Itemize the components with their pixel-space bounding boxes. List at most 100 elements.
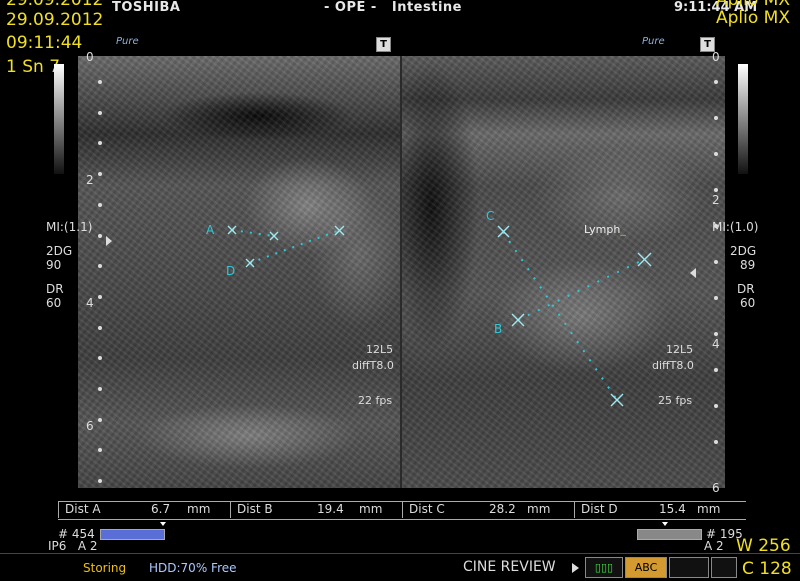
dr-value-right: 60 [740, 296, 756, 310]
depth-dot [714, 368, 718, 372]
measurement-label: Dist C [409, 502, 445, 516]
exam-date: 29.09.2012 [6, 10, 104, 30]
measurement-unit: mm [359, 502, 383, 516]
depth-dot [98, 294, 102, 299]
depth-dot [98, 417, 102, 422]
depth-right-2: 2 [712, 193, 720, 207]
filter-left: diffT8.0 [352, 359, 394, 372]
filter-right: diffT8.0 [652, 359, 694, 372]
marker-c-label: C [486, 209, 495, 223]
abc-button[interactable]: ABC [625, 557, 667, 578]
depth-dot [714, 440, 718, 444]
focus-marker-left[interactable] [106, 236, 112, 246]
measurement-value: 19.4 [317, 502, 344, 516]
depth-dot [714, 332, 718, 336]
ultrasound-image-right[interactable] [401, 56, 725, 488]
fps-left: 22 fps [358, 394, 393, 407]
panel-separator [400, 56, 402, 488]
device-model: Aplio MX [716, 8, 790, 28]
grayscale-bar-left [54, 64, 64, 174]
cine-review-label: CINE REVIEW [463, 559, 556, 575]
measurement-unit: mm [697, 502, 721, 516]
depth-left-4: 4 [86, 296, 94, 310]
caliper-d-start [245, 258, 255, 268]
mode-right: 2DG [730, 244, 757, 258]
exam-time: 09:11:44 [6, 33, 83, 53]
caliper-a-start [227, 225, 237, 235]
caliper-c-end [610, 393, 624, 407]
caliper-c-start [497, 225, 510, 238]
calipers-right [497, 225, 652, 407]
depth-dot [714, 296, 718, 300]
measurement-c: Dist C 28.2 mm [402, 502, 575, 518]
scan-label: 1 Sn 7 [6, 57, 61, 77]
brand-label: TOSHIBA [112, 0, 181, 15]
depth-dot [98, 202, 102, 207]
dr-value-left: 60 [46, 296, 62, 310]
depth-dot [98, 80, 102, 84]
depth-right-0: 0 [712, 50, 720, 64]
dr-label-right: DR [737, 282, 755, 296]
status-divider [0, 553, 800, 554]
measurement-label: Dist D [581, 502, 618, 516]
lymph-label: Lymph_ [584, 223, 626, 236]
measurement-label: Dist B [237, 502, 273, 516]
depth-right-6: 6 [712, 481, 720, 495]
hdd-status: HDD:70% Free [149, 561, 237, 575]
storing-status: Storing [83, 561, 127, 575]
cine-marker-left [160, 522, 166, 526]
depth-dot [714, 260, 718, 264]
depth-dot [714, 188, 718, 192]
measurement-unit: mm [527, 502, 551, 516]
depth-right-4: 4 [712, 337, 720, 351]
gain-right: 89 [740, 258, 756, 272]
depth-dot [98, 110, 102, 115]
depth-dot [714, 152, 718, 156]
blank-button-1[interactable] [669, 557, 709, 578]
t-badge-left[interactable]: T [376, 37, 391, 52]
cine-bar-right[interactable] [637, 529, 702, 540]
ultrasound-image-left[interactable] [78, 56, 401, 488]
measurement-a: Dist A 6.7 mm [58, 502, 231, 518]
center-value: C 128 [742, 559, 792, 579]
depth-dot [98, 325, 102, 330]
play-icon[interactable] [572, 563, 579, 573]
caliper-d-end [334, 225, 345, 236]
focus-marker-right[interactable] [690, 268, 696, 278]
fps-right: 25 fps [658, 394, 693, 407]
date-partial: 29.09.2012 [6, 0, 104, 10]
mode-left: 2DG [46, 244, 73, 258]
gain-left: 90 [46, 258, 62, 272]
exam-title: - OPE - Intestine [324, 0, 462, 15]
cine-frames-button[interactable]: ▯▯▯ [585, 557, 623, 578]
calipers-left [227, 225, 345, 268]
blank-button-2[interactable] [711, 557, 737, 578]
caliper-b-start [511, 313, 525, 327]
probe-left: 12L5 [366, 343, 394, 356]
measurement-d: Dist D 15.4 mm [574, 502, 747, 518]
pure-logo-right: Pure [642, 36, 665, 47]
grayscale-bar-right [738, 64, 748, 174]
mi-left: MI:(1.1) [46, 220, 93, 234]
depth-left-6: 6 [86, 419, 94, 433]
marker-b-label: B [494, 322, 503, 336]
caliper-a-end [269, 231, 279, 241]
depth-dot [714, 404, 718, 408]
ip-left: IP6 A 2 [48, 539, 98, 553]
depth-dot [98, 233, 102, 238]
cine-bar-left[interactable] [100, 529, 165, 540]
pure-logo-left: Pure [116, 36, 139, 47]
measurement-unit: mm [187, 502, 211, 516]
depth-dot [714, 116, 718, 120]
depth-left-2: 2 [86, 173, 94, 187]
measurement-b: Dist B 19.4 mm [230, 502, 403, 518]
depth-left-0: 0 [86, 50, 94, 64]
dr-label-left: DR [46, 282, 64, 296]
probe-right: 12L5 [666, 343, 694, 356]
marker-d-label: D [226, 264, 236, 278]
measurement-value: 28.2 [489, 502, 516, 516]
ip-right: A 2 [704, 539, 724, 553]
measurement-label: Dist A [65, 502, 101, 516]
depth-dot [98, 387, 102, 391]
measurement-value: 15.4 [659, 502, 686, 516]
